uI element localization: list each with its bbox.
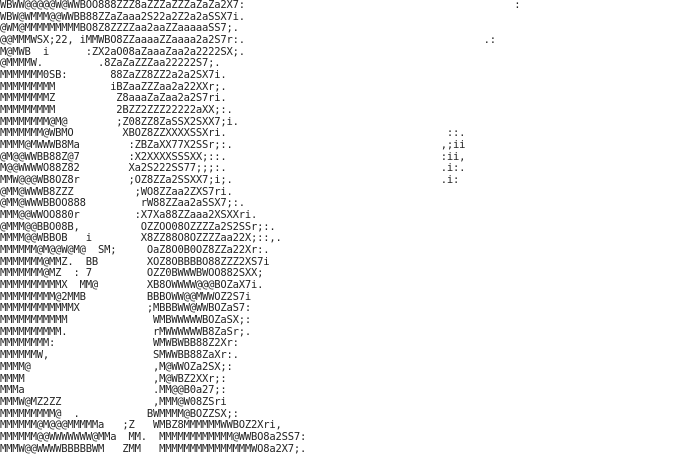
ascii-art-line: MMMMMMM0SB: 88ZaZZ8ZZ2a2a2SX7i.: [0, 69, 227, 82]
ascii-art-line: MMMM@ ,M@WWOZa2SX;:: [0, 360, 233, 373]
ascii-art-line: MMMMMMMMM 2BZZ2ZZZ22222aXX;:.: [0, 104, 233, 117]
ascii-art-line: WBWW@@@@@W@WWBOO888ZZZ8aZZZaZZZaZaZa2X7:…: [0, 0, 521, 11]
ascii-art-line: MMMM@MWWWB8Ma :ZBZaXX77X2SSr;:. ,;ii: [0, 139, 466, 152]
ascii-art-line: @@MMMWSX;22, iMMWBO8ZZaaaaZZaaaa2a2S7r:.…: [0, 34, 496, 47]
ascii-art-image: WBWW@@@@@W@WWBOO888ZZZ8aZZZaZZZaZaZa2X7:…: [0, 0, 700, 468]
ascii-art-line: MMW@@@WB8OZ8r ;OZ8ZZa2SSXX7;i;. .i:: [0, 174, 460, 187]
ascii-art-line: MMM@@WWOO880r :X7Xa88ZZaaa2XSXXri.: [0, 209, 258, 222]
ascii-art-line: MMMW@@WWWWBBBBBWM ZMM MMMMMMMMMMMMMMMWO8…: [0, 442, 307, 455]
ascii-art-line: MMMMMM@@WWWWWWW@MMa MM. MMMMMMMMMMMM@WWB…: [0, 430, 307, 443]
ascii-art-line: MMMW@MZ2ZZ ,MMM@W08ZSri: [0, 395, 227, 408]
